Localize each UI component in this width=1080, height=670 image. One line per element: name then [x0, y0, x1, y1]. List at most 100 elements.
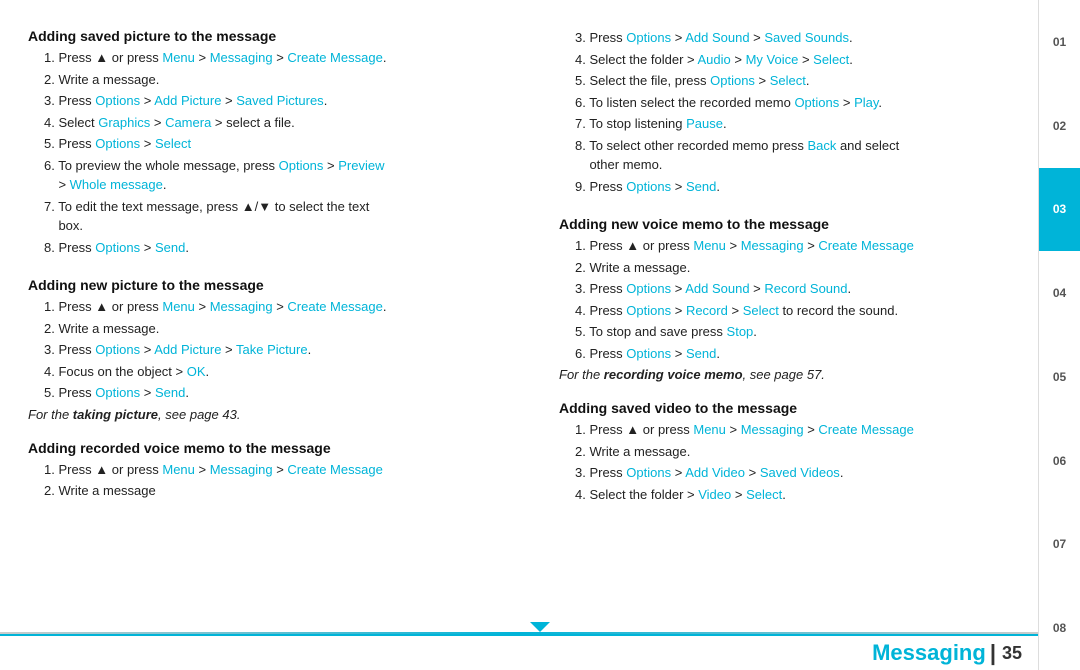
options-link: Options [626, 179, 671, 194]
messaging-link: Messaging [210, 50, 273, 65]
ok-link: OK [187, 364, 206, 379]
messaging-link: Messaging [741, 422, 804, 437]
add-sound-link: Add Sound [685, 281, 749, 296]
page-num-label: 08 [1053, 621, 1066, 635]
add-video-link: Add Video [685, 465, 745, 480]
page-num-label: 01 [1053, 35, 1066, 49]
menu-link: Menu [693, 238, 726, 253]
select-link: Select [813, 52, 849, 67]
page-num-03[interactable]: 03 [1038, 168, 1080, 252]
step-item: 8. Press Options > Send. [40, 238, 529, 258]
create-message-link: Create Message [287, 299, 382, 314]
step-item: 6. Press Options > Send. [571, 344, 1060, 364]
page-num-06[interactable]: 06 [1038, 419, 1080, 503]
page-num-01[interactable]: 01 [1038, 0, 1080, 84]
step-item: 4. Focus on the object > OK. [40, 362, 529, 382]
options-link: Options [794, 95, 839, 110]
take-picture-link: Take Picture [236, 342, 308, 357]
sidebar-page-numbers: 01 02 03 04 05 06 07 08 [1038, 0, 1080, 670]
main-content: Adding saved picture to the message 1. P… [0, 0, 1080, 670]
options-link: Options [95, 240, 140, 255]
page-num-07[interactable]: 07 [1038, 503, 1080, 587]
play-link: Play [854, 95, 878, 110]
select-link: Select [746, 487, 782, 502]
left-column: Adding saved picture to the message 1. P… [28, 28, 529, 650]
bottom-bar: Messaging | 35 [0, 634, 1038, 670]
step-item: 6. To preview the whole message, press O… [40, 156, 529, 195]
section-continuation: 3. Press Options > Add Sound > Saved Sou… [559, 28, 1060, 198]
add-picture-link: Add Picture [154, 342, 221, 357]
audio-link: Audio [698, 52, 731, 67]
record-link: Record [686, 303, 728, 318]
page-num-label: 06 [1053, 454, 1066, 468]
section-title-new-voice-memo: Adding new voice memo to the message [559, 216, 1060, 232]
page-num-label: 05 [1053, 370, 1066, 384]
page-num-08[interactable]: 08 [1038, 586, 1080, 670]
step-item: 4. Select the folder > Video > Select. [571, 485, 1060, 505]
create-message-link: Create Message [287, 50, 382, 65]
step-item: 3. Press Options > Add Picture > Saved P… [40, 91, 529, 111]
menu-link: Menu [162, 50, 195, 65]
step-item: 3. Press Options > Add Picture > Take Pi… [40, 340, 529, 360]
step-item: 7. To stop listening Pause. [571, 114, 1060, 134]
options-link: Options [626, 465, 671, 480]
section-title-saved-video: Adding saved video to the message [559, 400, 1060, 416]
options-link: Options [626, 346, 671, 361]
step-item: 4. Select Graphics > Camera > select a f… [40, 113, 529, 133]
step-item: 2. Write a message [40, 481, 529, 501]
step-item: 5. Press Options > Select [40, 134, 529, 154]
menu-link: Menu [693, 422, 726, 437]
page-num-04[interactable]: 04 [1038, 251, 1080, 335]
preview-link: Preview [338, 158, 384, 173]
menu-link: Menu [162, 462, 195, 477]
saved-pictures-link: Saved Pictures [236, 93, 323, 108]
send-link: Send [686, 179, 716, 194]
options-link: Options [626, 303, 671, 318]
section-adding-saved-video: Adding saved video to the message 1. Pre… [559, 400, 1060, 506]
step-item: 3. Press Options > Add Sound > Saved Sou… [571, 28, 1060, 48]
step-item: 6. To listen select the recorded memo Op… [571, 93, 1060, 113]
messaging-link: Messaging [210, 299, 273, 314]
step-item: 2. Write a message. [40, 70, 529, 90]
section-adding-recorded-voice-memo: Adding recorded voice memo to the messag… [28, 440, 529, 503]
messaging-link: Messaging [210, 462, 273, 477]
options-link: Options [710, 73, 755, 88]
step-item: 2. Write a message. [571, 258, 1060, 278]
step-item: 1. Press ▲ or press Menu > Messaging > C… [571, 420, 1060, 440]
options-link: Options [95, 342, 140, 357]
section-title-recorded-voice-memo: Adding recorded voice memo to the messag… [28, 440, 529, 456]
select-link: Select [770, 73, 806, 88]
step-item: 1. Press ▲ or press Menu > Messaging > C… [40, 297, 529, 317]
page-num-label: 07 [1053, 537, 1066, 551]
options-link: Options [626, 281, 671, 296]
select-link: Select [743, 303, 779, 318]
section-adding-new-picture: Adding new picture to the message 1. Pre… [28, 277, 529, 422]
step-item: 1. Press ▲ or press Menu > Messaging > C… [40, 460, 529, 480]
whole-message-link: Whole message [70, 177, 163, 192]
section-title-saved-picture: Adding saved picture to the message [28, 28, 529, 44]
saved-videos-link: Saved Videos [760, 465, 840, 480]
section-label: Messaging [872, 640, 986, 666]
step-item: 2. Write a message. [571, 442, 1060, 462]
page-num-label: 02 [1053, 119, 1066, 133]
step-item: 5. To stop and save press Stop. [571, 322, 1060, 342]
pause-link: Pause [686, 116, 723, 131]
options-link: Options [626, 30, 671, 45]
page-num-02[interactable]: 02 [1038, 84, 1080, 168]
page-number: 35 [1002, 643, 1022, 664]
page-num-05[interactable]: 05 [1038, 335, 1080, 419]
create-message-link: Create Message [287, 462, 382, 477]
step-item: 4. Press Options > Record > Select to re… [571, 301, 1060, 321]
step-item: 5. Press Options > Send. [40, 383, 529, 403]
step-item: 2. Write a message. [40, 319, 529, 339]
step-item: 1. Press ▲ or press Menu > Messaging > C… [40, 48, 529, 68]
record-sound-link: Record Sound [764, 281, 847, 296]
triangle-decoration [530, 622, 550, 632]
section-adding-saved-picture: Adding saved picture to the message 1. P… [28, 28, 529, 259]
note-taking-picture: For the taking picture, see page 43. [28, 407, 529, 422]
add-sound-link: Add Sound [685, 30, 749, 45]
step-item: 8. To select other recorded memo press B… [571, 136, 1060, 175]
add-picture-link: Add Picture [154, 93, 221, 108]
graphics-link: Graphics [98, 115, 150, 130]
send-link: Send [155, 240, 185, 255]
